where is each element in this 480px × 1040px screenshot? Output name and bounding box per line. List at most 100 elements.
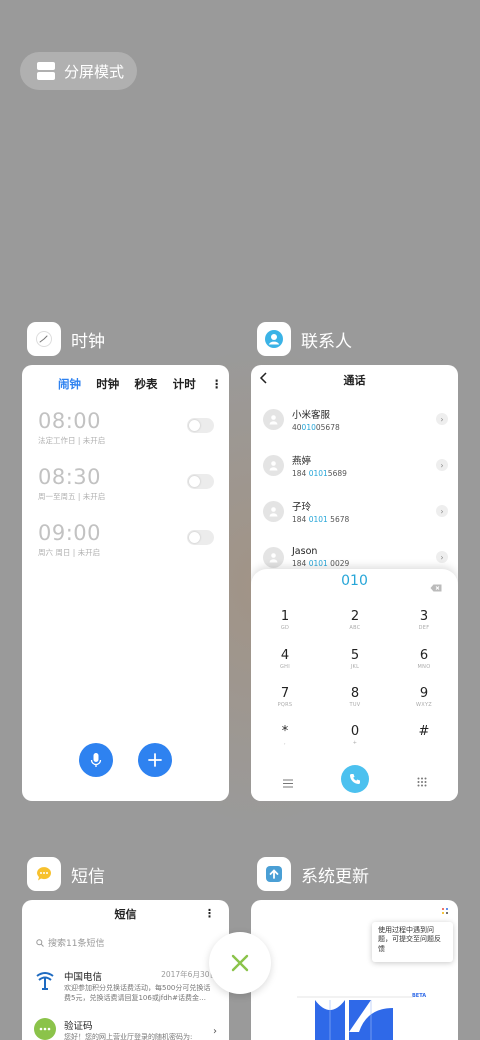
chevron-right-icon[interactable]: › (436, 505, 448, 517)
search-icon (36, 938, 44, 947)
add-alarm-button[interactable] (138, 743, 172, 777)
alarm-toggle[interactable] (187, 418, 214, 433)
update-app-name: 系统更新 (301, 866, 369, 887)
dial-key-star[interactable]: *, (265, 724, 305, 746)
contact-row[interactable]: 燕婷 184 01015689 › (263, 448, 448, 482)
sms-app-card[interactable]: 短信 ⋮ 搜索11条短信 中国电信 2017年6月30日 欢迎参加积分兑换话费活… (22, 900, 229, 1040)
sms-date: 2017年6月30日 (161, 970, 217, 979)
dialpad: 010 1 GD 2 ABC 3 DEF 4 GHI 5 JKL 6 MNO 7 PQRS 8… (251, 569, 458, 801)
split-screen-label: 分屏模式 (64, 62, 125, 81)
tab-timer[interactable]: 计时 (173, 376, 196, 392)
beta-label: BETA (412, 993, 427, 999)
sms-app-header: 短信 (27, 857, 105, 891)
contact-avatar-icon (263, 408, 284, 430)
contact-row[interactable]: 小米客服 4001005678 › (263, 402, 448, 436)
contact-avatar-icon (263, 546, 284, 568)
update-app-header: 系统更新 (257, 857, 369, 891)
menu-dots-icon[interactable] (442, 908, 448, 914)
contact-avatar-icon (263, 454, 284, 476)
sms-app-icon (27, 857, 61, 891)
more-icon[interactable]: ⋮ (211, 377, 223, 391)
contact-name: Jason (292, 546, 318, 557)
contacts-app-header: 联系人 (257, 322, 352, 356)
plus-icon (148, 753, 162, 767)
back-icon[interactable] (259, 372, 269, 387)
tab-clock[interactable]: 时钟 (96, 376, 119, 392)
alarm-repeat: 周一至周五 | 未开启 (38, 492, 106, 501)
sms-preview: 欢迎参加积分兑换话费活动，每500分可兑换话费5元，兑换话费请回复106或jfd… (64, 984, 211, 1003)
alarm-repeat: 周六 周日 | 未开启 (38, 548, 101, 557)
sms-app-name: 短信 (71, 866, 105, 887)
microphone-icon (90, 753, 102, 767)
sms-preview: 您好！您的网上营业厅登录的随机密码为: (64, 1033, 193, 1040)
contact-number: 184 01015689 (292, 468, 347, 478)
dial-key-hash[interactable]: # (404, 724, 444, 740)
sms-sender: 验证码 (64, 1021, 93, 1032)
clear-all-button[interactable] (209, 932, 271, 994)
menu-icon[interactable] (283, 773, 293, 792)
alarm-item[interactable]: 08:30 周一至周五 | 未开启 (38, 465, 214, 502)
update-app-card[interactable]: 使用过程中遇到问题，可提交至问题反馈 BETA (251, 900, 458, 1040)
china-telecom-logo-icon (34, 969, 56, 991)
call-button[interactable] (341, 765, 369, 793)
feedback-tooltip: 使用过程中遇到问题，可提交至问题反馈 (372, 922, 453, 962)
sms-search-field[interactable]: 搜索11条短信 (36, 936, 104, 949)
chevron-right-icon: › (213, 1026, 217, 1037)
voice-alarm-button[interactable] (79, 743, 113, 777)
split-screen-button[interactable]: 分屏模式 (20, 52, 137, 90)
split-screen-icon (37, 62, 55, 80)
backspace-icon[interactable] (430, 577, 442, 596)
contacts-app-card[interactable]: 通话 小米客服 4001005678 › 燕婷 184 01015689 › 子… (251, 365, 458, 801)
keypad-grid-icon[interactable] (417, 772, 427, 791)
tab-stopwatch[interactable]: 秒表 (135, 376, 158, 392)
contact-avatar-icon (263, 500, 284, 522)
dial-key-1[interactable]: 1 GD (265, 609, 305, 631)
dial-key-5[interactable]: 5 JKL (335, 648, 375, 670)
dial-key-2[interactable]: 2 ABC (335, 609, 375, 631)
dial-key-4[interactable]: 4 GHI (265, 648, 305, 670)
contact-number: 184 0101 5678 (292, 514, 350, 524)
verification-code-icon (34, 1018, 56, 1040)
alarm-toggle[interactable] (187, 530, 214, 545)
clock-app-header: 时钟 (27, 322, 105, 356)
dialed-number: 010 (341, 573, 368, 589)
contact-name: 燕婷 (292, 455, 312, 467)
contacts-app-icon (257, 322, 291, 356)
dial-key-8[interactable]: 8 TUV (335, 686, 375, 708)
search-placeholder: 搜索11条短信 (48, 939, 105, 949)
dial-key-7[interactable]: 7 PQRS (265, 686, 305, 708)
clock-app-icon (27, 322, 61, 356)
contact-number: 184 0101 0029 (292, 559, 350, 568)
phone-icon (350, 774, 360, 784)
update-app-icon (257, 857, 291, 891)
dial-key-0[interactable]: 0 + (335, 724, 375, 746)
alarm-item[interactable]: 08:00 法定工作日 | 未开启 (38, 409, 214, 446)
more-icon[interactable]: ⋮ (204, 907, 215, 920)
page-title: 通话 (343, 374, 366, 387)
clock-app-card[interactable]: 闹钟 时钟 秒表 计时 ⋮ 08:00 法定工作日 | 未开启 08:30 周一… (22, 365, 229, 801)
sms-thread[interactable]: 验证码 您好！您的网上营业厅登录的随机密码为: › (34, 1018, 217, 1040)
contacts-title-bar: 通话 (251, 365, 458, 395)
chevron-right-icon[interactable]: › (436, 413, 448, 425)
chevron-right-icon[interactable]: › (436, 551, 448, 563)
tab-alarm[interactable]: 闹钟 (58, 376, 81, 392)
dial-key-9[interactable]: 9 WXYZ (404, 686, 444, 708)
dial-key-6[interactable]: 6 MNO (404, 648, 444, 670)
chevron-right-icon[interactable]: › (436, 459, 448, 471)
dial-key-3[interactable]: 3 DEF (404, 609, 444, 631)
contact-row[interactable]: 子玲 184 0101 5678 › (263, 494, 448, 528)
alarm-item[interactable]: 09:00 周六 周日 | 未开启 (38, 521, 214, 558)
page-title: 短信 (114, 908, 137, 921)
sms-title-bar: 短信 ⋮ (22, 900, 229, 928)
beta-illustration (297, 996, 413, 1040)
sms-thread[interactable]: 中国电信 2017年6月30日 欢迎参加积分兑换话费活动，每500分可兑换话费5… (34, 969, 217, 1013)
alarm-toggle[interactable] (187, 474, 214, 489)
contact-name: 小米客服 (292, 409, 331, 421)
clock-tabs: 闹钟 时钟 秒表 计时 ⋮ (22, 365, 229, 395)
close-icon (231, 954, 249, 972)
clock-app-name: 时钟 (71, 331, 105, 352)
contacts-app-name: 联系人 (301, 331, 352, 352)
alarm-repeat: 法定工作日 | 未开启 (38, 436, 106, 445)
contact-number: 4001005678 (292, 422, 340, 432)
contact-name: 子玲 (292, 501, 312, 513)
